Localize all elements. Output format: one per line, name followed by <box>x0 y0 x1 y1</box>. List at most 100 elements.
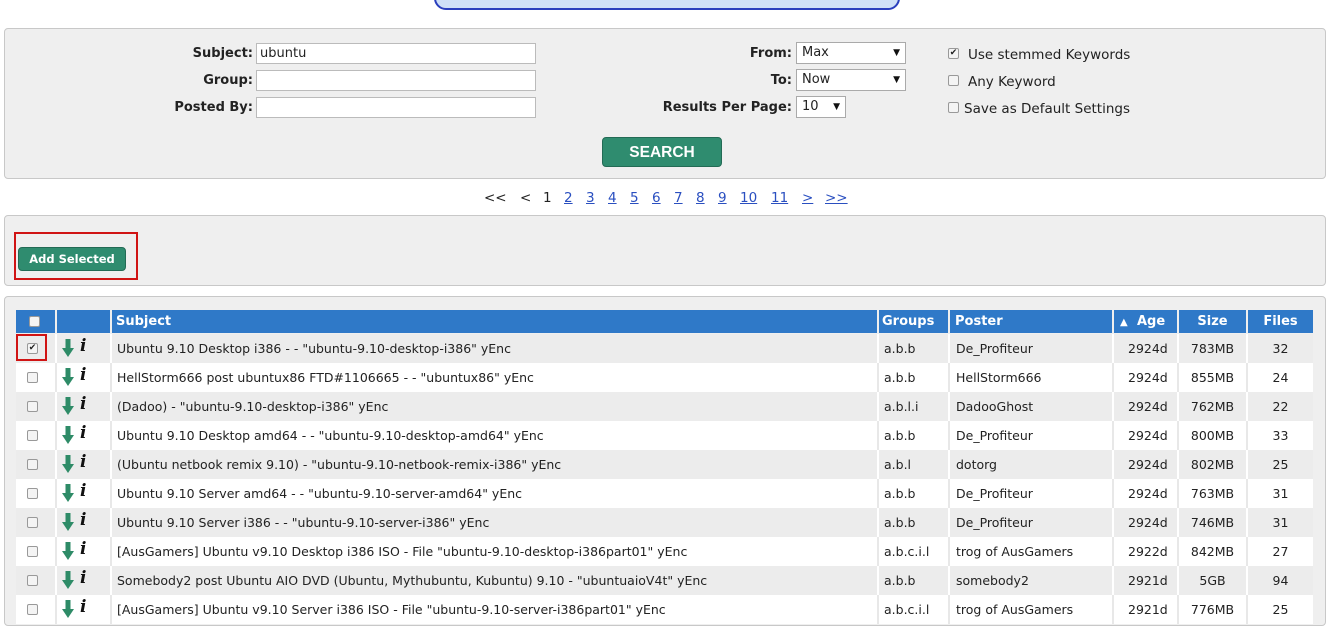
page-link-7[interactable]: 7 <box>674 190 683 206</box>
row-files: 31 <box>1272 515 1289 530</box>
header-groups[interactable]: Groups <box>879 310 948 333</box>
info-icon[interactable]: i <box>80 365 86 385</box>
info-icon[interactable]: i <box>80 481 86 501</box>
group-label: Group: <box>203 73 253 88</box>
row-files: 25 <box>1272 457 1289 472</box>
results-per-page-select[interactable]: 10 ▼ <box>796 96 846 118</box>
download-arrow-icon[interactable] <box>62 455 74 474</box>
row-groups: a.b.b <box>884 486 916 501</box>
add-selected-button[interactable]: Add Selected <box>18 247 126 271</box>
page-link-4[interactable]: 4 <box>608 190 617 206</box>
page-link-9[interactable]: 9 <box>718 190 727 206</box>
row-subject[interactable]: Ubuntu 9.10 Server i386 - - "ubuntu-9.10… <box>117 508 875 537</box>
row-subject[interactable]: Somebody2 post Ubuntu AIO DVD (Ubuntu, M… <box>117 566 875 595</box>
row-subject[interactable]: Ubuntu 9.10 Desktop i386 - - "ubuntu-9.1… <box>117 334 875 363</box>
download-arrow-icon[interactable] <box>62 513 74 532</box>
row-select-cell <box>27 537 41 566</box>
group-input[interactable] <box>256 70 536 91</box>
info-icon[interactable]: i <box>80 539 86 559</box>
dropdown-arrow-icon: ▼ <box>893 75 900 85</box>
column-divider <box>55 508 57 537</box>
page-link-11[interactable]: 11 <box>771 190 788 206</box>
prev-page-link[interactable]: < <box>520 190 531 206</box>
search-button[interactable]: SEARCH <box>602 137 722 167</box>
info-icon[interactable]: i <box>80 423 86 443</box>
column-divider <box>110 566 112 595</box>
row-checkbox[interactable] <box>27 459 38 470</box>
row-poster: De_Profiteur <box>956 515 1033 530</box>
info-icon[interactable]: i <box>80 510 86 530</box>
download-arrow-icon[interactable] <box>62 484 74 503</box>
use-stemmed-label: Use stemmed Keywords <box>968 47 1131 63</box>
download-arrow-icon[interactable] <box>62 397 74 416</box>
from-select[interactable]: Max ▼ <box>796 42 906 64</box>
info-icon[interactable]: i <box>80 568 86 588</box>
row-checkbox[interactable] <box>27 517 38 528</box>
info-icon[interactable]: i <box>80 452 86 472</box>
download-arrow-icon[interactable] <box>62 600 74 619</box>
header-select-all-cell <box>16 310 55 333</box>
column-divider <box>110 595 112 624</box>
row-size: 776MB <box>1190 602 1235 617</box>
column-divider <box>877 421 879 450</box>
save-default-checkbox[interactable] <box>948 102 959 113</box>
column-divider <box>877 479 879 508</box>
page-link-10[interactable]: 10 <box>740 190 757 206</box>
first-page-link[interactable]: << <box>484 190 507 206</box>
download-arrow-icon[interactable] <box>62 368 74 387</box>
row-checkbox[interactable] <box>27 604 38 615</box>
download-arrow-icon[interactable] <box>62 542 74 561</box>
page-link-5[interactable]: 5 <box>630 190 639 206</box>
header-poster[interactable]: Poster <box>950 310 1112 333</box>
column-divider <box>55 392 57 421</box>
info-icon[interactable]: i <box>80 336 86 356</box>
use-stemmed-checkbox[interactable]: ✔ <box>948 48 959 59</box>
header-files[interactable]: Files <box>1248 310 1313 333</box>
row-subject[interactable]: Ubuntu 9.10 Server amd64 - - "ubuntu-9.1… <box>117 479 875 508</box>
any-keyword-label: Any Keyword <box>968 74 1056 90</box>
next-page-link[interactable]: > <box>802 190 813 206</box>
table-row: i HellStorm666 post ubuntux86 FTD#1106665… <box>16 363 1313 392</box>
download-arrow-icon[interactable] <box>62 426 74 445</box>
row-checkbox[interactable] <box>27 372 38 383</box>
any-keyword-checkbox[interactable] <box>948 75 959 86</box>
subject-input[interactable]: ubuntu <box>256 43 536 64</box>
page-link-8[interactable]: 8 <box>696 190 705 206</box>
row-subject[interactable]: HellStorm666 post ubuntux86 FTD#1106665 … <box>117 363 875 392</box>
page-link-6[interactable]: 6 <box>652 190 661 206</box>
column-divider <box>1112 421 1114 450</box>
download-arrow-icon[interactable] <box>62 571 74 590</box>
row-subject[interactable]: (Ubuntu netbook remix 9.10) - "ubuntu-9.… <box>117 450 875 479</box>
row-checkbox[interactable] <box>27 401 38 412</box>
row-age: 2921d <box>1128 602 1168 617</box>
select-all-checkbox[interactable] <box>29 316 40 327</box>
posted-by-input[interactable] <box>256 97 536 118</box>
row-poster: De_Profiteur <box>956 428 1033 443</box>
info-icon[interactable]: i <box>80 394 86 414</box>
row-files: 25 <box>1272 602 1289 617</box>
row-poster: dotorg <box>956 457 997 472</box>
row-checkbox[interactable] <box>27 546 38 557</box>
info-icon[interactable]: i <box>80 597 86 617</box>
dropdown-arrow-icon: ▼ <box>833 102 840 112</box>
row-poster: HellStorm666 <box>956 370 1042 385</box>
row-subject[interactable]: [AusGamers] Ubuntu v9.10 Server i386 ISO… <box>117 595 875 624</box>
header-size[interactable]: Size <box>1179 310 1246 333</box>
download-arrow-icon[interactable] <box>62 339 74 358</box>
row-subject[interactable]: Ubuntu 9.10 Desktop amd64 - - "ubuntu-9.… <box>117 421 875 450</box>
row-subject[interactable]: (Dadoo) - "ubuntu-9.10-desktop-i386" yEn… <box>117 392 875 421</box>
row-age: 2924d <box>1128 457 1168 472</box>
column-divider <box>110 392 112 421</box>
results-per-page-label: Results Per Page: <box>662 100 792 115</box>
results-per-page-value: 10 <box>802 99 819 114</box>
row-checkbox[interactable] <box>27 575 38 586</box>
page-link-3[interactable]: 3 <box>586 190 595 206</box>
row-checkbox[interactable] <box>27 488 38 499</box>
to-select[interactable]: Now ▼ <box>796 69 906 91</box>
header-subject[interactable]: Subject <box>112 310 877 333</box>
row-checkbox[interactable] <box>27 430 38 441</box>
page-link-2[interactable]: 2 <box>564 190 573 206</box>
header-age-cell[interactable]: ▲ Age <box>1114 310 1177 333</box>
last-page-link[interactable]: >> <box>825 190 848 206</box>
row-subject[interactable]: [AusGamers] Ubuntu v9.10 Desktop i386 IS… <box>117 537 875 566</box>
